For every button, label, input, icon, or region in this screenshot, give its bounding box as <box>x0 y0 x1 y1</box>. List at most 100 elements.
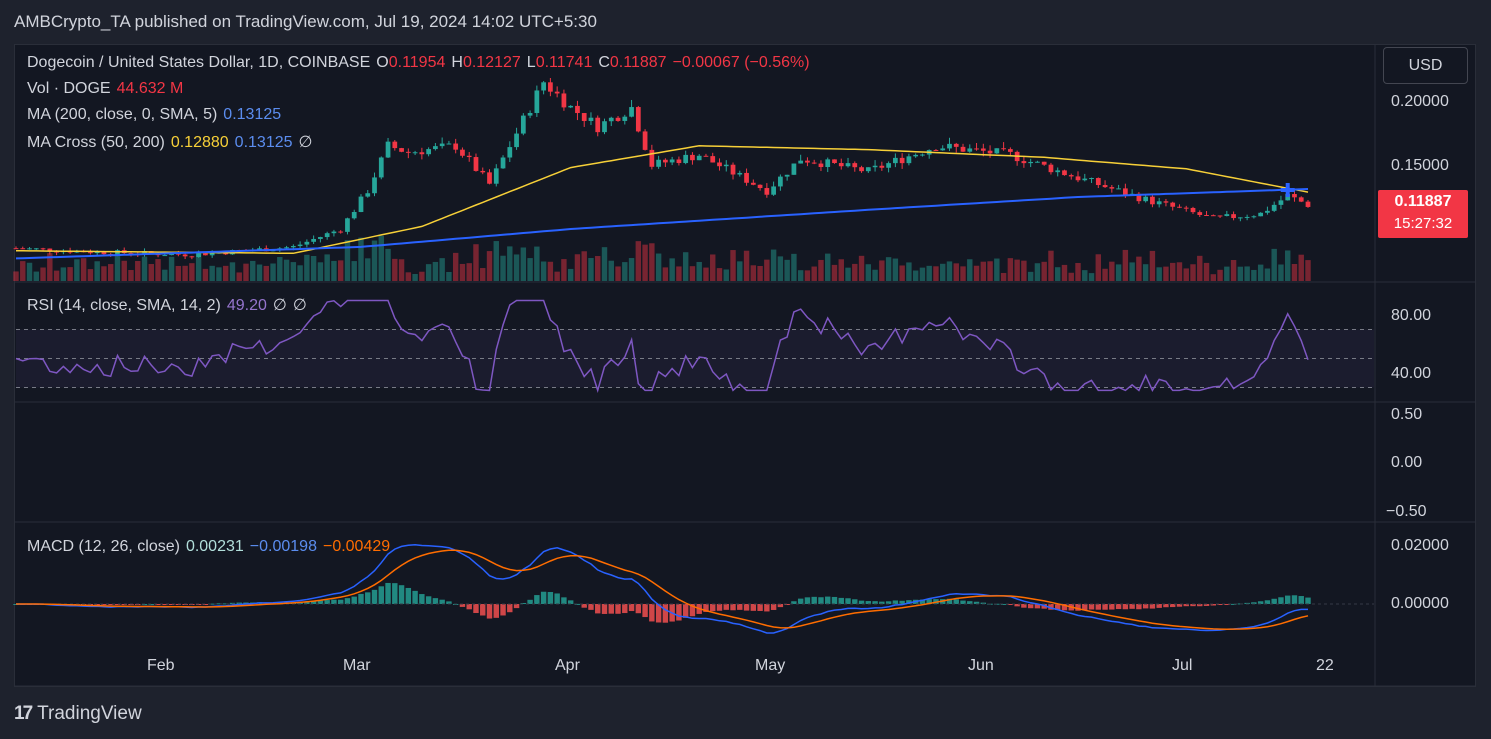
candle-body <box>1089 178 1094 180</box>
macd-histogram-bar <box>1291 595 1298 604</box>
macd-histogram-bar <box>1156 604 1162 608</box>
time-tick: 22 <box>1316 657 1334 674</box>
candle-body <box>1271 204 1277 211</box>
volume-bar <box>1230 260 1237 281</box>
volume-bar <box>1176 262 1183 281</box>
macd-histogram-bar <box>649 604 655 622</box>
candle-body <box>1170 202 1176 207</box>
macd-histogram-bar <box>892 600 899 604</box>
macd-histogram-bar <box>622 604 628 614</box>
macd-histogram-bar <box>540 591 547 604</box>
candle-body <box>920 154 925 156</box>
volume-bar <box>723 269 729 281</box>
ma-cross-value-200: 0.13125 <box>234 134 293 151</box>
volume-bar <box>94 261 100 281</box>
candle-body <box>399 148 404 152</box>
candle-body <box>311 238 317 242</box>
candle-body <box>608 117 614 122</box>
candle-body <box>1062 170 1067 176</box>
macd-histogram-bar <box>486 604 493 619</box>
macd-histogram-bar <box>1088 604 1095 610</box>
candle-body <box>1082 178 1088 181</box>
close-value: 0.11887 <box>609 54 667 71</box>
rsi-tick: 40.00 <box>1391 365 1432 382</box>
currency-button[interactable]: USD <box>1383 47 1468 84</box>
candle-body <box>1122 188 1128 195</box>
volume-bar <box>649 243 655 281</box>
volume-bar <box>1068 272 1074 281</box>
candle-body <box>852 163 858 168</box>
macd-label: MACD (12, 26, close) <box>27 538 180 555</box>
candle-body <box>838 163 844 167</box>
volume-bar <box>682 252 689 281</box>
macd-histogram-bar <box>432 598 439 604</box>
candle-body <box>1217 215 1223 217</box>
volume-bar <box>405 272 412 281</box>
rsi-value: 49.20 <box>226 297 267 314</box>
tradingview-logo-icon: 17 <box>14 703 33 724</box>
macd-histogram-bar <box>628 604 635 612</box>
candle-body <box>588 117 594 121</box>
volume-bar <box>277 257 283 281</box>
macd-histogram-bar <box>1027 604 1034 609</box>
volume-bar <box>865 264 872 281</box>
candle-body <box>338 231 344 233</box>
volume-bar <box>1048 250 1054 281</box>
candle-body <box>730 164 736 175</box>
volume-bar <box>1142 264 1149 281</box>
volume-bar <box>101 266 107 281</box>
volume-bar <box>1041 261 1047 281</box>
volume-bar <box>520 247 527 281</box>
macd-histogram-bar <box>960 600 966 604</box>
macd-histogram-bar <box>601 604 608 614</box>
ma200-line <box>15 188 1309 260</box>
volume-bar <box>588 258 594 281</box>
volume-bar <box>236 272 242 281</box>
volume-bar <box>493 241 499 281</box>
volume-bar <box>1109 261 1115 281</box>
volume-bar <box>764 259 770 281</box>
macd-histogram-bar <box>608 604 614 614</box>
volume-bar <box>601 247 608 281</box>
candle-body <box>778 176 783 187</box>
macd-histogram-bar <box>770 604 777 610</box>
candle-body <box>392 141 398 149</box>
candle-body <box>480 170 486 173</box>
volume-bar <box>818 259 824 281</box>
volume-bar <box>1291 263 1298 281</box>
macd-histogram-bar <box>642 604 648 618</box>
volume-bar <box>1034 263 1041 281</box>
candle-body <box>304 241 310 245</box>
time-tick: May <box>755 657 786 674</box>
volume-bar <box>473 244 479 281</box>
candle-body <box>1197 212 1203 215</box>
macd-histogram-bar <box>365 592 371 604</box>
candle-body <box>1305 201 1311 207</box>
candle-body <box>426 149 431 155</box>
macd-histogram-bar <box>1109 604 1115 610</box>
candle-body <box>859 167 864 172</box>
volume-bar <box>912 270 919 281</box>
macd-histogram-bar <box>412 590 418 604</box>
bar-countdown: 15:27:32 <box>1393 215 1453 232</box>
volume-bar <box>770 249 777 281</box>
volume-bar <box>757 265 763 281</box>
volume-bar <box>1000 272 1007 281</box>
volume-bar <box>513 254 520 281</box>
macd-histogram-bar <box>1264 600 1271 604</box>
volume-bar <box>1305 260 1311 281</box>
footer-brand[interactable]: 17 TradingView <box>14 703 142 725</box>
candle-body <box>1204 214 1209 216</box>
volume-bar <box>243 263 249 281</box>
candle-body <box>568 105 574 108</box>
volume-bar <box>250 260 256 281</box>
candle-body <box>1251 216 1257 218</box>
volume-bar <box>33 271 39 281</box>
volume-bar <box>784 259 790 281</box>
macd-histogram-bar <box>1136 604 1142 610</box>
macd-histogram-bar <box>392 583 398 604</box>
candle-body <box>203 253 208 256</box>
candle-body <box>825 159 831 168</box>
candle-body <box>1035 161 1040 163</box>
candle-body <box>290 246 296 248</box>
